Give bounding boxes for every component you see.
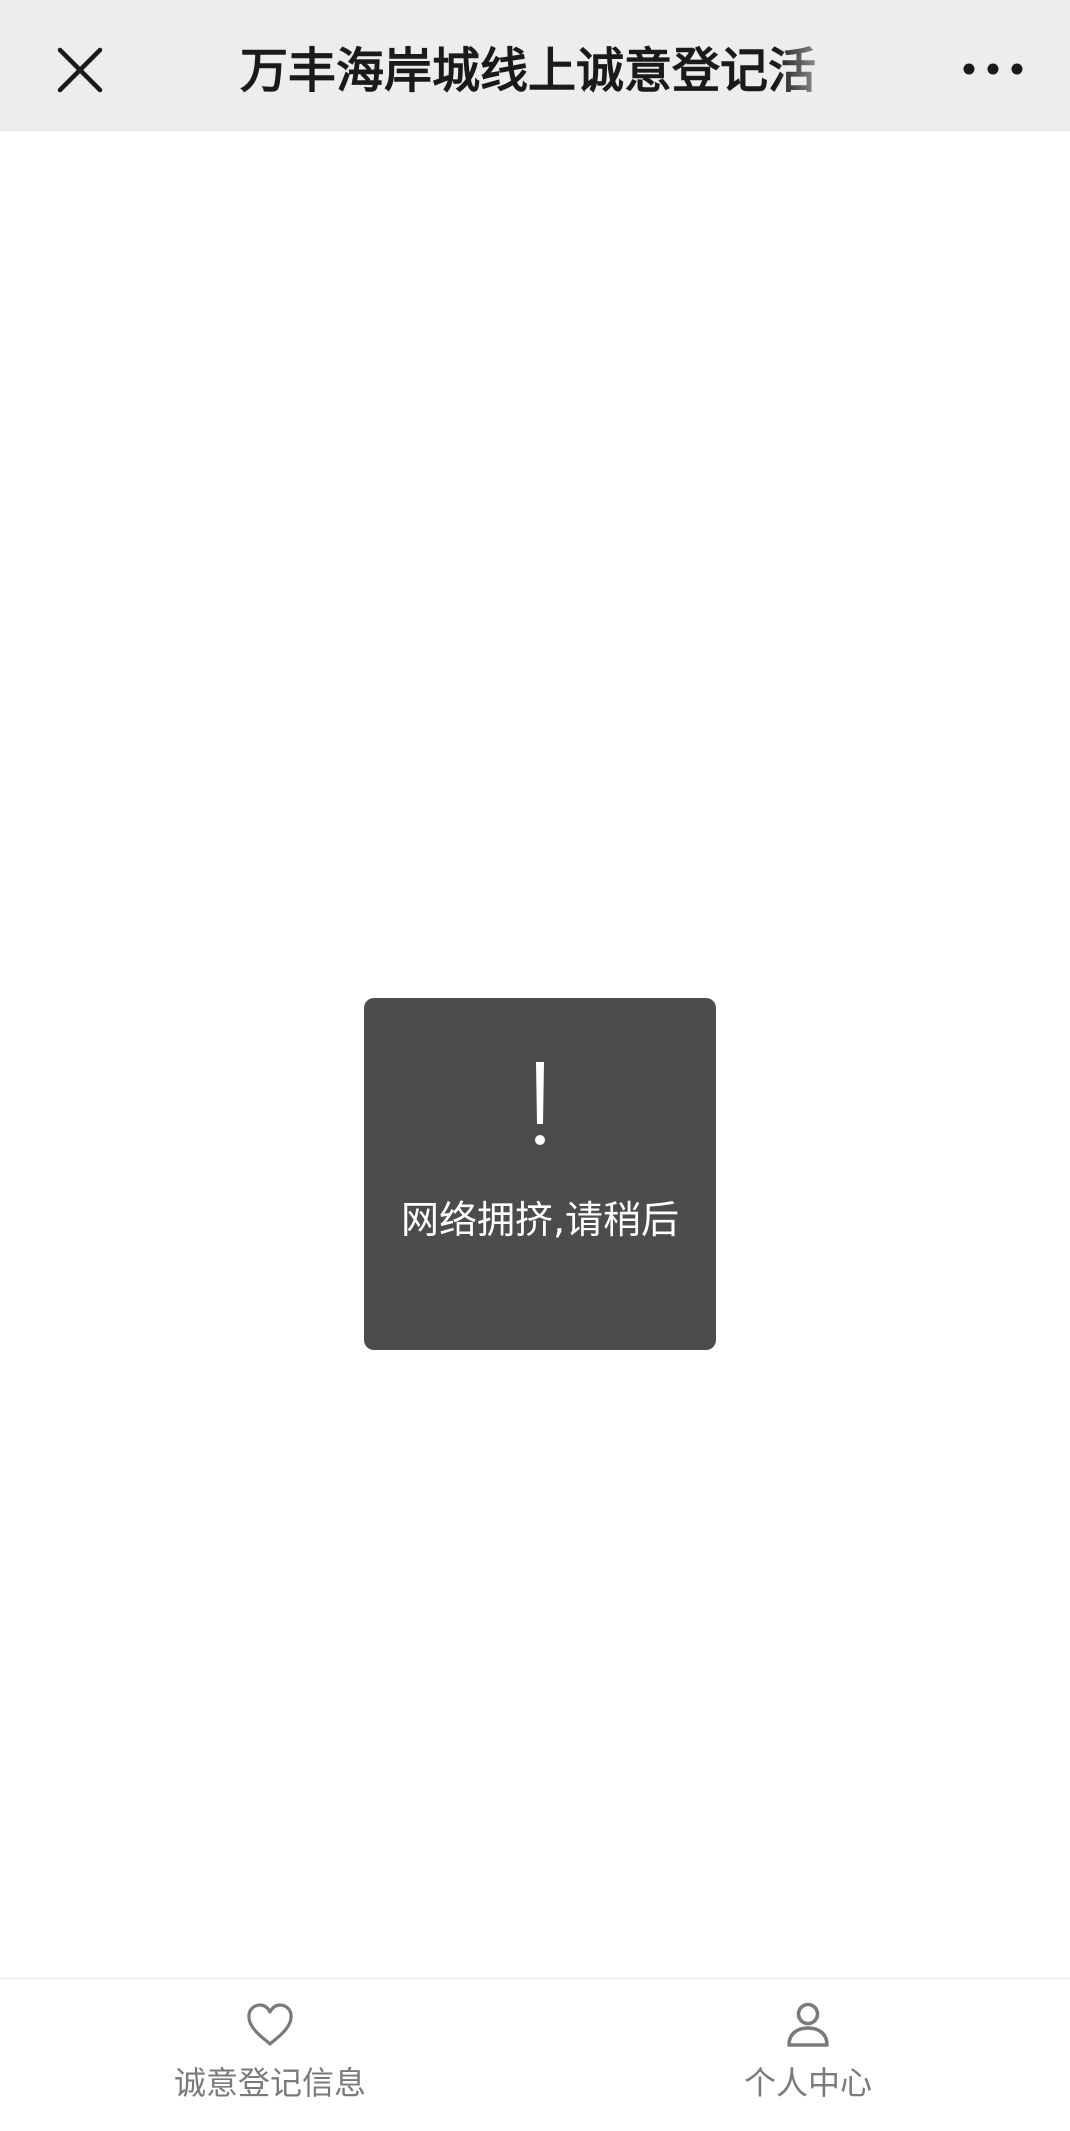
heart-icon — [244, 1999, 296, 2051]
tab-label-registration: 诚意登记信息 — [173, 2064, 366, 2102]
toast-message: 网络拥挤,请稍后 — [400, 1198, 680, 1242]
tab-registration-info[interactable]: 诚意登记信息 — [120, 1979, 420, 2131]
tab-label-personal: 个人中心 — [743, 2064, 872, 2102]
tab-personal-center[interactable]: 个人中心 — [658, 1979, 958, 2131]
more-icon[interactable] — [960, 54, 1026, 84]
exclamation-icon — [525, 1060, 555, 1150]
page-title: 万丰海岸城线上诚意登记活 — [240, 43, 817, 99]
error-toast: 网络拥挤,请稍后 — [364, 998, 716, 1350]
user-icon — [782, 1999, 834, 2051]
close-icon[interactable] — [52, 42, 108, 98]
webview-screen: 万丰海岸城线上诚意登记活 网络拥挤,请稍后 诚意登记信息 个人中心 — [0, 0, 1070, 2131]
bottom-tabbar: 诚意登记信息 个人中心 — [0, 1978, 1070, 2131]
top-navbar: 万丰海岸城线上诚意登记活 — [0, 0, 1070, 131]
